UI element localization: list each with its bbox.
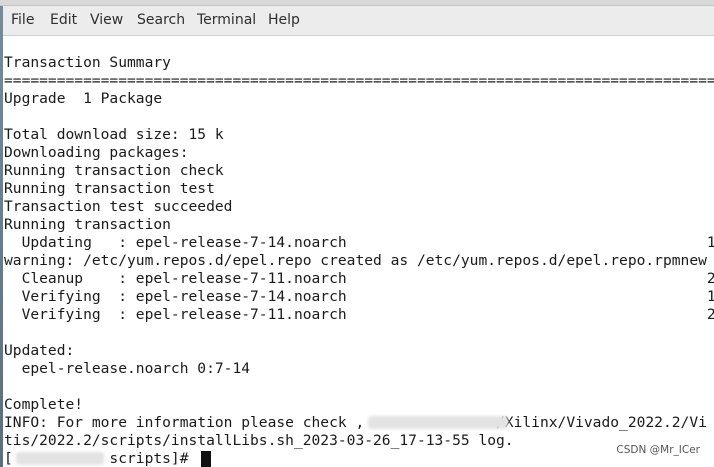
menu-view[interactable]: View	[90, 12, 123, 28]
terminal-line: Complete!	[4, 396, 84, 413]
terminal-line: Downloading packages:	[4, 144, 189, 161]
terminal-line: Updated:	[4, 342, 75, 359]
terminal-line: Verifying : epel-release-7-11.noarch 2/2	[4, 306, 714, 323]
redacted-hostname-mask	[16, 452, 104, 465]
terminal-line: Transaction test succeeded	[4, 198, 233, 215]
redacted-path-mask	[368, 416, 508, 429]
terminal-line: ========================================…	[4, 72, 714, 89]
menu-help[interactable]: Help	[268, 12, 300, 28]
terminal-line: Total download size: 15 k	[4, 126, 224, 143]
window-left-edge	[0, 6, 3, 467]
menu-edit[interactable]: Edit	[50, 12, 77, 28]
terminal-line: Transaction Summary	[4, 54, 171, 71]
terminal-line: Updating : epel-release-7-14.noarch 1/2	[4, 234, 714, 251]
shell-prompt: [ scripts]#	[4, 450, 189, 467]
terminal-line: epel-release.noarch 0:7-14	[4, 360, 251, 377]
terminal-line: Cleanup : epel-release-7-11.noarch 2/2	[4, 270, 714, 287]
terminal-line: Running transaction check	[4, 162, 224, 179]
terminal-line: Upgrade 1 Package	[4, 90, 163, 107]
terminal-line: Running transaction test	[4, 180, 215, 197]
terminal-line: Running transaction	[4, 216, 171, 233]
terminal-line: warning: /etc/yum.repos.d/epel.repo crea…	[4, 252, 707, 269]
terminal-line: INFO: For more information please check …	[4, 414, 707, 431]
csdn-watermark: CSDN @Mr_ICer	[616, 444, 700, 456]
terminal-cursor	[201, 451, 211, 467]
menu-file[interactable]: File	[11, 12, 34, 28]
terminal-line: tis/2022.2/scripts/installLibs.sh_2023-0…	[4, 432, 514, 449]
terminal-window: File Edit View Search Terminal Help Tran…	[0, 0, 714, 467]
terminal-line: Verifying : epel-release-7-14.noarch 1/2	[4, 288, 714, 305]
menu-bar: File Edit View Search Terminal Help	[3, 6, 714, 36]
menu-search[interactable]: Search	[137, 12, 185, 28]
terminal-output[interactable]: Transaction Summary ====================…	[4, 54, 714, 467]
menu-terminal[interactable]: Terminal	[197, 12, 256, 28]
